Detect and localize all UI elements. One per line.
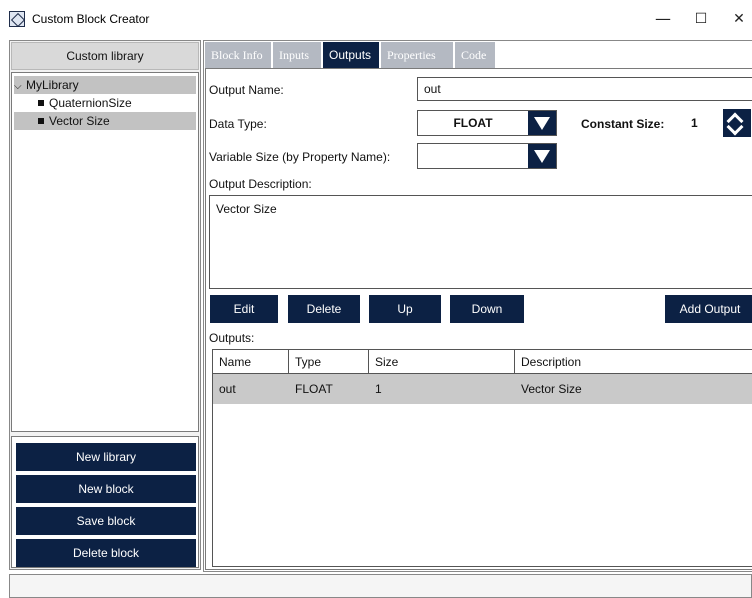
column-header-description[interactable]: Description	[515, 350, 752, 374]
block-bullet-icon	[38, 100, 44, 106]
outputs-label: Outputs:	[209, 331, 255, 345]
delete-block-button[interactable]: Delete block	[16, 539, 196, 567]
tab-inputs[interactable]: Inputs	[273, 42, 321, 68]
table-row[interactable]: out FLOAT 1 Vector Size	[213, 374, 752, 404]
dropdown-arrow-icon[interactable]	[528, 111, 556, 135]
tree-item-vector-size[interactable]: Vector Size	[14, 112, 196, 130]
dropdown-arrow-icon[interactable]	[528, 144, 556, 168]
library-actions: New library New block Save block Delete …	[11, 436, 199, 568]
save-block-button[interactable]: Save block	[16, 507, 196, 535]
add-output-button[interactable]: Add Output	[665, 295, 752, 323]
constant-size-spinbox[interactable]: 1	[679, 109, 752, 137]
cell-size: 1	[375, 382, 382, 396]
variable-size-select[interactable]	[417, 143, 557, 169]
data-type-value: FLOAT	[453, 116, 493, 130]
close-button[interactable]: ✕	[724, 6, 752, 32]
tree-item-quaternionsize[interactable]: QuaternionSize	[14, 94, 192, 112]
cell-name: out	[219, 382, 236, 396]
down-button[interactable]: Down	[450, 295, 524, 323]
tab-code[interactable]: Code	[455, 42, 495, 68]
title-bar: Custom Block Creator — ☐ ✕	[0, 0, 752, 38]
tab-outputs[interactable]: Outputs	[323, 42, 379, 68]
output-description-label: Output Description:	[209, 177, 312, 191]
up-button[interactable]: Up	[369, 295, 441, 323]
status-bar	[9, 574, 752, 598]
output-name-input[interactable]: out	[417, 77, 752, 101]
edit-button[interactable]: Edit	[210, 295, 278, 323]
column-header-type[interactable]: Type	[289, 350, 369, 374]
data-type-select[interactable]: FLOAT	[417, 110, 557, 136]
tree-item-label: MyLibrary	[26, 78, 79, 92]
library-tree[interactable]: ⌵ MyLibrary QuaternionSize Vector Size	[11, 72, 199, 432]
column-header-size[interactable]: Size	[369, 350, 515, 374]
library-header: Custom library	[11, 42, 199, 70]
minimize-button[interactable]: —	[648, 6, 678, 32]
constant-size-label: Constant Size:	[581, 117, 665, 131]
spin-buttons[interactable]	[723, 109, 751, 137]
tab-properties[interactable]: Properties	[381, 42, 453, 68]
tab-block-info[interactable]: Block Info	[205, 42, 271, 68]
column-header-name[interactable]: Name	[213, 350, 289, 374]
window-title: Custom Block Creator	[32, 12, 150, 26]
variable-size-value	[418, 144, 528, 168]
delete-button[interactable]: Delete	[288, 295, 360, 323]
output-name-label: Output Name:	[209, 83, 284, 97]
cell-description: Vector Size	[521, 382, 582, 396]
new-library-button[interactable]: New library	[16, 443, 196, 471]
tree-item-mylibrary[interactable]: ⌵ MyLibrary	[14, 76, 196, 94]
output-description-textarea[interactable]: Vector Size	[209, 195, 752, 289]
block-bullet-icon	[38, 118, 44, 124]
outputs-tab-content: Output Name: out Data Type: FLOAT Consta…	[205, 68, 752, 570]
cell-type: FLOAT	[295, 382, 333, 396]
outputs-table[interactable]: Name Type Size Description out FLOAT 1 V…	[212, 349, 752, 567]
maximize-button[interactable]: ☐	[686, 6, 716, 32]
variable-size-label: Variable Size (by Property Name):	[209, 150, 391, 164]
tree-item-label: Vector Size	[49, 114, 110, 128]
tree-item-label: QuaternionSize	[49, 96, 132, 110]
app-icon	[9, 11, 25, 27]
new-block-button[interactable]: New block	[16, 475, 196, 503]
constant-size-value[interactable]: 1	[679, 109, 719, 137]
data-type-label: Data Type:	[209, 117, 267, 131]
